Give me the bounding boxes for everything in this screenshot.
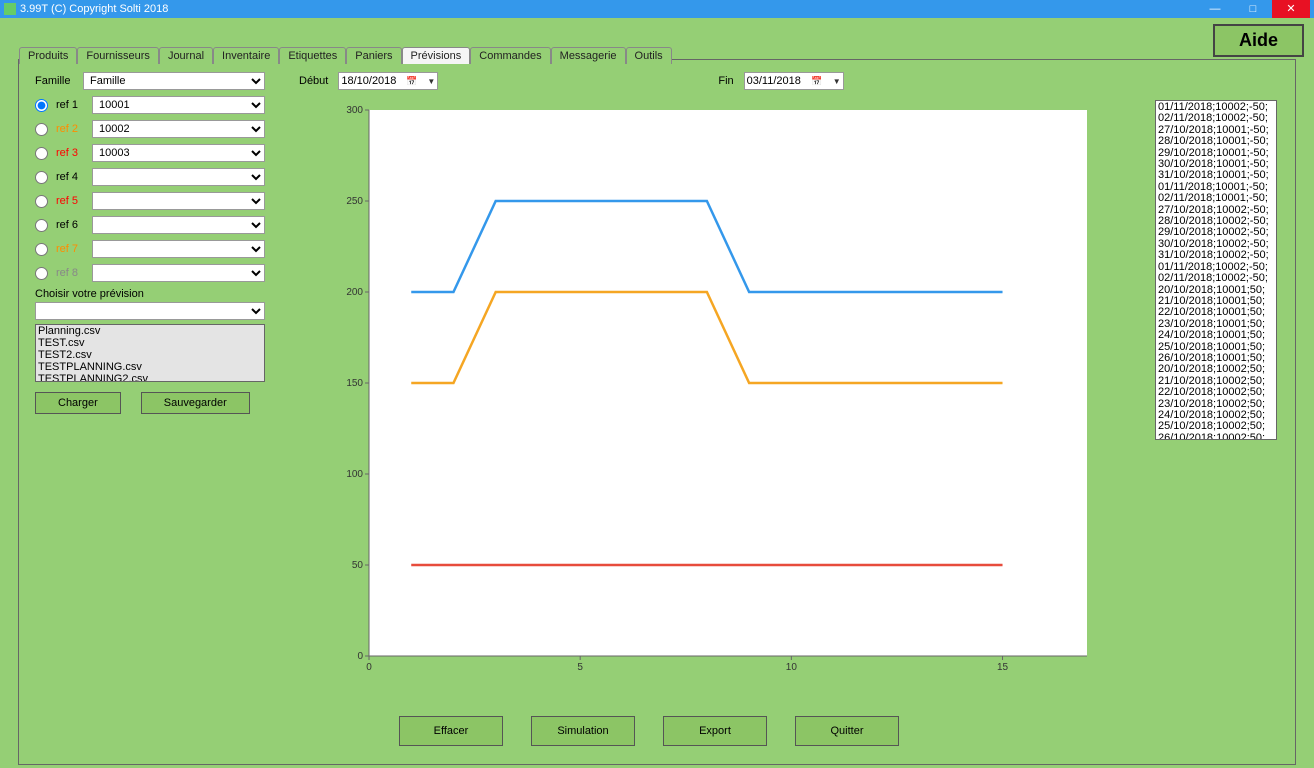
chart: 0 50 100 150 200 250 300 0 5 10 15: [329, 100, 1097, 680]
minimize-button[interactable]: —: [1196, 0, 1234, 18]
fin-date-input[interactable]: 03/11/2018 📅 ▼: [744, 72, 844, 90]
calendar-icon: 📅: [811, 76, 822, 87]
svg-text:200: 200: [346, 287, 363, 298]
ref-label-6: ref 6: [56, 219, 88, 231]
ref-combo-2[interactable]: 10002: [92, 120, 265, 138]
svg-text:250: 250: [346, 196, 363, 207]
charger-button[interactable]: Charger: [35, 392, 121, 414]
ref-combo-1[interactable]: 10001: [92, 96, 265, 114]
svg-text:0: 0: [357, 651, 363, 662]
debut-label: Début: [299, 75, 328, 87]
ref-combo-4[interactable]: [92, 168, 265, 186]
effacer-button[interactable]: Effacer: [399, 716, 503, 746]
ref-radio-6[interactable]: [35, 219, 48, 232]
list-item[interactable]: TESTPLANNING2.csv: [36, 373, 264, 382]
svg-text:5: 5: [577, 662, 583, 673]
ref-label-5: ref 5: [56, 195, 88, 207]
svg-text:10: 10: [786, 662, 798, 673]
maximize-button[interactable]: □: [1234, 0, 1272, 18]
svg-text:15: 15: [997, 662, 1009, 673]
ref-combo-5[interactable]: [92, 192, 265, 210]
svg-text:300: 300: [346, 105, 363, 116]
log-line: 26/10/2018;10002;50;: [1158, 433, 1276, 440]
debut-date-input[interactable]: 18/10/2018 📅 ▼: [338, 72, 438, 90]
famille-label: Famille: [35, 75, 79, 87]
fin-date-value: 03/11/2018: [747, 75, 801, 87]
log-line: 28/10/2018;10001;-50;: [1158, 136, 1276, 147]
svg-text:0: 0: [366, 662, 372, 673]
help-button[interactable]: Aide: [1213, 24, 1304, 57]
list-item[interactable]: TESTPLANNING.csv: [36, 361, 264, 373]
famille-combo[interactable]: Famille: [83, 72, 265, 90]
svg-text:150: 150: [346, 378, 363, 389]
ref-label-4: ref 4: [56, 171, 88, 183]
debut-date-value: 18/10/2018: [341, 75, 396, 87]
choose-prevision-combo[interactable]: [35, 302, 265, 320]
ref-radio-3[interactable]: [35, 147, 48, 160]
chevron-down-icon: ▼: [833, 77, 841, 86]
ref-combo-3[interactable]: 10003: [92, 144, 265, 162]
close-button[interactable]: ✕: [1272, 0, 1310, 18]
ref-combo-6[interactable]: [92, 216, 265, 234]
ref-combo-7[interactable]: [92, 240, 265, 258]
log-line: 31/10/2018;10002;-50;: [1158, 250, 1276, 261]
svg-text:50: 50: [352, 560, 364, 571]
chevron-down-icon: ▼: [427, 77, 435, 86]
fin-label: Fin: [718, 75, 733, 87]
data-log-list[interactable]: 01/11/2018;10002;-50;02/11/2018;10002;-5…: [1155, 100, 1277, 440]
log-line: 22/10/2018;10002;50;: [1158, 387, 1276, 398]
log-line: 02/11/2018;10001;-50;: [1158, 193, 1276, 204]
ref-label-8: ref 8: [56, 267, 88, 279]
file-listbox[interactable]: Planning.csvTEST.csvTEST2.csvTESTPLANNIN…: [35, 324, 265, 382]
ref-label-3: ref 3: [56, 147, 88, 159]
app-icon: [4, 3, 16, 15]
ref-label-7: ref 7: [56, 243, 88, 255]
sauvegarder-button[interactable]: Sauvegarder: [141, 392, 250, 414]
left-panel: Famille Famille ref 1 10001 ref 2 10002 ref …: [35, 72, 265, 414]
ref-radio-1[interactable]: [35, 99, 48, 112]
ref-label-2: ref 2: [56, 123, 88, 135]
window-title: 3.99T (C) Copyright Solti 2018: [20, 3, 168, 15]
svg-text:100: 100: [346, 469, 363, 480]
list-item[interactable]: Planning.csv: [36, 325, 264, 337]
log-line: 22/10/2018;10001;50;: [1158, 307, 1276, 318]
log-line: 24/10/2018;10001;50;: [1158, 330, 1276, 341]
ref-label-1: ref 1: [56, 99, 88, 111]
calendar-icon: 📅: [406, 76, 417, 87]
ref-radio-7[interactable]: [35, 243, 48, 256]
ref-radio-5[interactable]: [35, 195, 48, 208]
ref-radio-8[interactable]: [35, 267, 48, 280]
ref-combo-8[interactable]: [92, 264, 265, 282]
log-line: 02/11/2018;10002;-50;: [1158, 273, 1276, 284]
simulation-button[interactable]: Simulation: [531, 716, 635, 746]
ref-radio-4[interactable]: [35, 171, 48, 184]
titlebar: 3.99T (C) Copyright Solti 2018 — □ ✕: [0, 0, 1314, 18]
main-frame: ProduitsFournisseursJournalInventaireEti…: [18, 59, 1296, 765]
list-item[interactable]: TEST.csv: [36, 337, 264, 349]
export-button[interactable]: Export: [663, 716, 767, 746]
list-item[interactable]: TEST2.csv: [36, 349, 264, 361]
choose-prevision-label: Choisir votre prévision: [35, 288, 265, 300]
quitter-button[interactable]: Quitter: [795, 716, 899, 746]
ref-radio-2[interactable]: [35, 123, 48, 136]
